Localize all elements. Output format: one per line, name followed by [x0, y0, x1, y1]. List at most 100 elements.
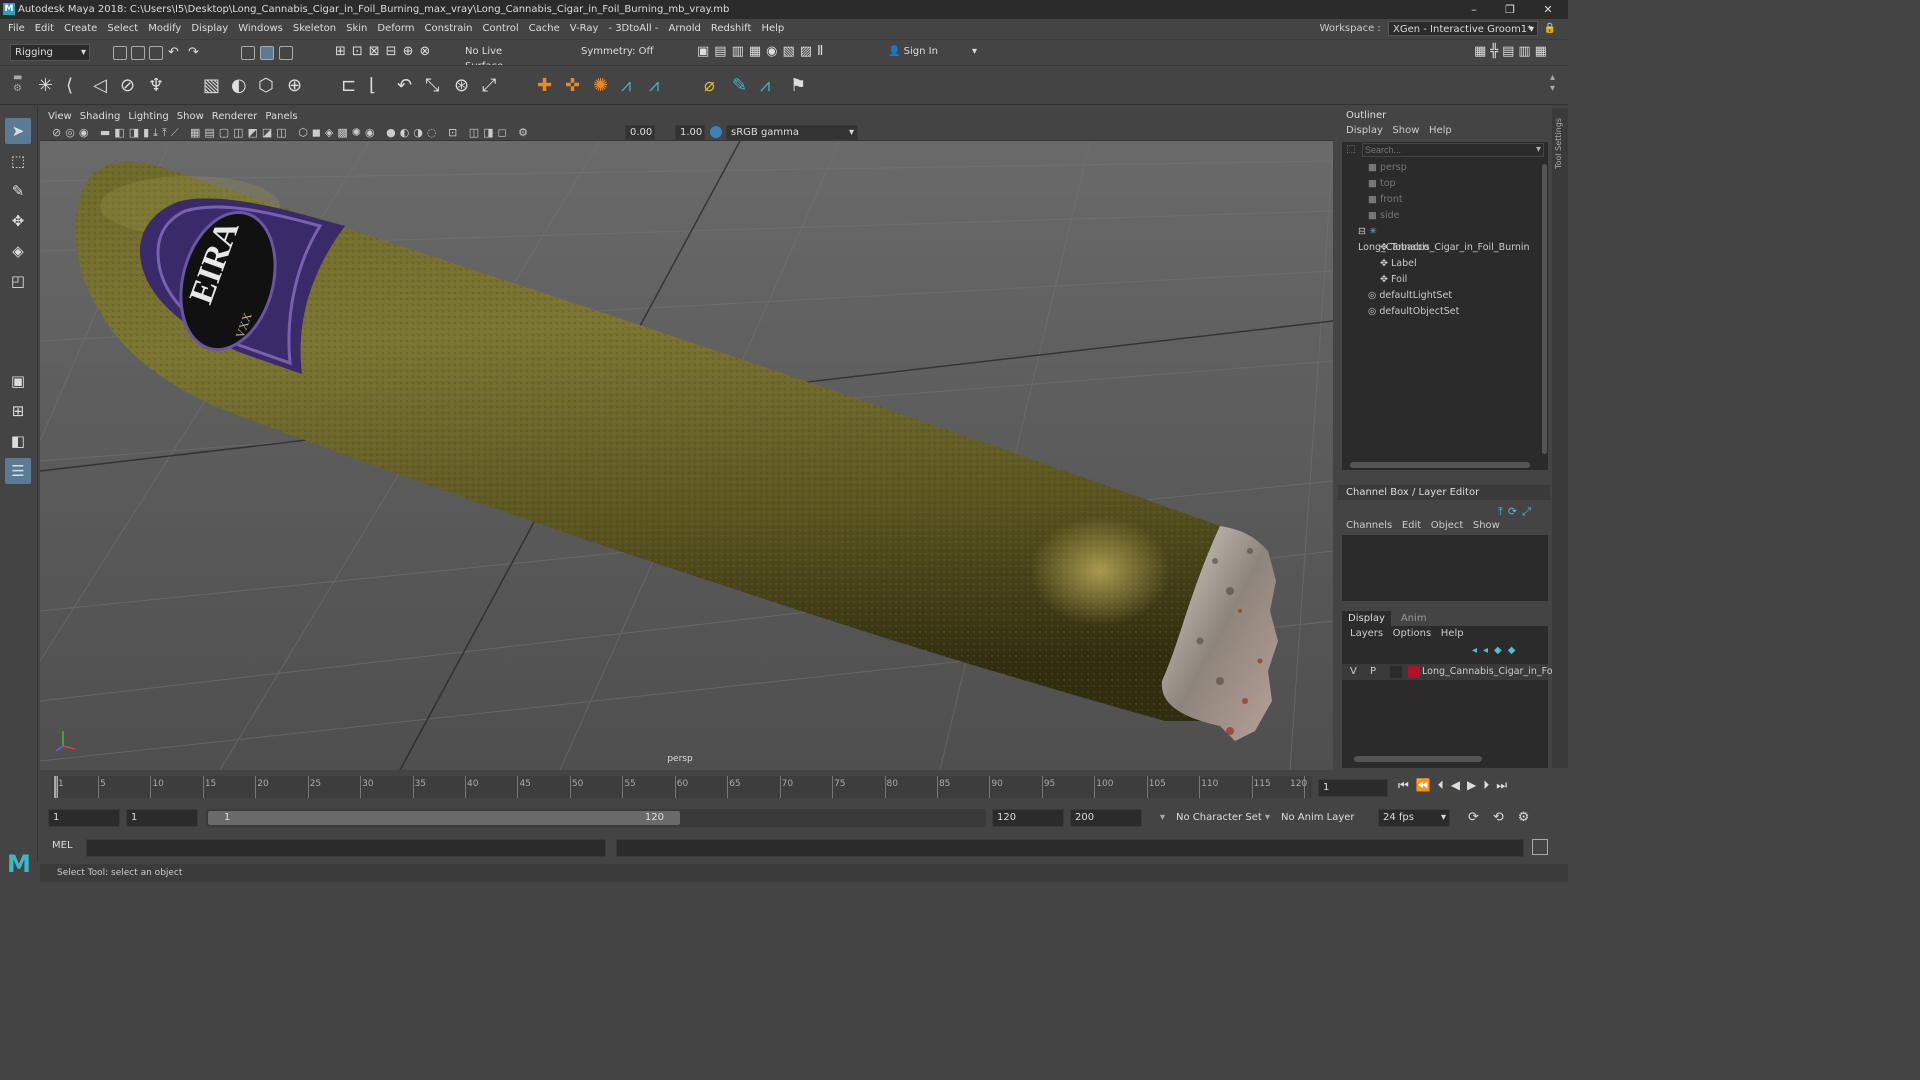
rotate-tool-icon[interactable]: ◈ [5, 238, 31, 264]
viewport-menu-show[interactable]: Show [177, 111, 204, 122]
lasso-tool-icon[interactable]: ⬚ [5, 148, 31, 174]
locator-icon[interactable]: ✚ [537, 76, 552, 96]
outliner-item-default-object-set[interactable]: ◎ defaultObjectSet [1368, 304, 1459, 320]
viewport-menu-view[interactable]: View [48, 111, 72, 122]
maximize-button[interactable]: ❐ [1492, 0, 1528, 19]
pose-tool-icon[interactable]: ⚑ [790, 76, 806, 96]
time-ruler[interactable]: 1 5 10 15 20 25 30 35 40 45 50 55 60 65 70 75 80 85 90 95 10… [52, 776, 1312, 798]
outliner-search-input[interactable] [1362, 143, 1544, 157]
insert-joint-icon[interactable]: ⊘ [120, 76, 135, 96]
playback-end-field[interactable]: 120 [992, 809, 1064, 827]
menu-control[interactable]: Control [477, 19, 523, 38]
menu-modify[interactable]: Modify [143, 19, 186, 38]
paint-select-icon[interactable]: ✎ [5, 178, 31, 204]
channelbox-menu-object[interactable]: Object [1431, 520, 1464, 531]
menu-file[interactable]: File [3, 19, 30, 38]
character-set-dropdown[interactable]: No Character Set [1176, 812, 1262, 823]
save-scene-icon[interactable] [149, 46, 163, 60]
menu-help[interactable]: Help [756, 19, 789, 38]
lock-icon[interactable]: 🔒 [1544, 21, 1556, 37]
playback-start-field[interactable]: 1 [126, 809, 198, 827]
panel-layout-icons[interactable]: ▦╬▤▥▦ [1474, 44, 1551, 59]
layer-row[interactable]: V P Long_Cannabis_Cigar_in_Foil_ [1342, 664, 1563, 680]
menu-constrain[interactable]: Constrain [420, 19, 478, 38]
single-view-icon[interactable]: ▣ [5, 368, 31, 394]
scale-constraint-icon[interactable]: ⤡ [425, 76, 439, 96]
collapse-icon[interactable]: ⊟ [1358, 226, 1366, 237]
layer-menu-help[interactable]: Help [1441, 628, 1464, 639]
select-object-icon[interactable] [260, 46, 274, 60]
outliner-item-label-mesh[interactable]: ✥ Label [1380, 256, 1417, 272]
outliner-item-cigar-group[interactable]: ⊟ ✳ Long_Cannabis_Cigar_in_Foil_Burnin [1358, 224, 1548, 253]
viewport-menu-renderer[interactable]: Renderer [212, 111, 258, 122]
menu-display[interactable]: Display [186, 19, 233, 38]
chevron-down-icon[interactable]: ▾ [1265, 812, 1270, 823]
fps-dropdown[interactable]: 24 fps ▾ [1378, 809, 1450, 827]
outliner-item-top[interactable]: ■ top [1368, 176, 1396, 192]
pole-vector-icon[interactable]: ⤢ [482, 76, 496, 96]
chevron-down-icon[interactable]: ▾ [1160, 812, 1165, 823]
hik-character-icon[interactable]: ✺ [593, 76, 608, 96]
view-transform-dropdown[interactable]: sRGB gamma ▾ [726, 125, 858, 140]
cluster-icon[interactable]: ⊕ [287, 76, 302, 96]
menu-deform[interactable]: Deform [372, 19, 419, 38]
layer-color-swatch[interactable] [1408, 666, 1420, 678]
sign-in-dropdown[interactable]: 👤 Sign In ▾ [884, 44, 980, 61]
start-time-field[interactable]: 1 [48, 809, 120, 827]
redo-icon[interactable]: ↷ [188, 45, 199, 60]
ik-spline-icon[interactable]: ◁ [93, 76, 107, 96]
current-frame-field[interactable]: 1 [1318, 779, 1388, 797]
select-tool-icon[interactable]: ➤ [5, 118, 31, 144]
panel-tool-icons[interactable]: ⊘◎◉ ▬◧◨▮⤓⤒⟋ ▦▤▢◫◩◪◫ ⬡◼◈▩✺◉ ●◐◑◌ ⊡ ◫◨◻ ⚙ [52, 125, 532, 141]
live-surface-field[interactable]: No Live Surface [461, 44, 539, 72]
lattice-icon[interactable]: ⬡ [258, 76, 274, 96]
layer-visibility-toggle[interactable]: V [1350, 664, 1357, 680]
range-slider-handle[interactable]: 1 120 [208, 811, 680, 825]
time-slider[interactable]: 1 5 10 15 20 25 30 35 40 45 50 55 60 65 70 75 80 85 90 95 10… [40, 772, 1568, 802]
menu-select[interactable]: Select [102, 19, 143, 38]
loop-and-key-icons[interactable]: ⟳⟲⚙ [1468, 810, 1543, 825]
outliner-menu-help[interactable]: Help [1429, 125, 1452, 136]
skin-tool-icon[interactable]: ⌀ [704, 76, 715, 96]
paint-weights-icon[interactable]: ◐ [231, 76, 247, 96]
outliner-vscrollbar[interactable] [1542, 164, 1547, 454]
viewport-menu-lighting[interactable]: Lighting [128, 111, 168, 122]
blendshape-icon[interactable]: ⩘ [621, 76, 631, 96]
select-hierarchy-icon[interactable] [241, 46, 255, 60]
parent-constraint-icon[interactable]: ⊏ [341, 76, 356, 96]
3d-viewport[interactable]: EIRA VXX persp [40, 141, 1333, 770]
tool-settings-tab[interactable]: Tool Settings [1552, 108, 1568, 768]
scale-tool-icon[interactable]: ◰ [5, 268, 31, 294]
close-button[interactable]: ✕ [1530, 0, 1566, 19]
snap-tools-icon[interactable]: ⊞⊡⊠⊟⊕⊗ [335, 44, 436, 59]
outliner-hscrollbar[interactable] [1350, 462, 1530, 468]
four-view-icon[interactable]: ⊞ [5, 398, 31, 424]
end-time-field[interactable]: 200 [1070, 809, 1142, 827]
layer-tool-icons[interactable]: ◂◂◆◆ [1472, 645, 1521, 656]
tab-anim[interactable]: Anim [1391, 611, 1437, 626]
filter-icon[interactable]: ⬚ [1346, 144, 1355, 155]
channelbox-menu-edit[interactable]: Edit [1402, 520, 1421, 531]
chevron-down-icon[interactable]: ▾ [1536, 144, 1541, 155]
menu-vray[interactable]: V-Ray [565, 19, 604, 38]
range-slider[interactable]: 1 120 [206, 809, 986, 827]
workspace-dropdown[interactable]: XGen - Interactive Groom1* ▾ [1388, 21, 1538, 36]
outliner-item-persp[interactable]: ■ persp [1368, 160, 1407, 176]
bind-skin-icon[interactable]: ▧ [203, 76, 220, 96]
viewport-menu-panels[interactable]: Panels [265, 111, 297, 122]
menu-create[interactable]: Create [59, 19, 102, 38]
menu-set-dropdown[interactable]: Rigging ▾ [10, 44, 90, 61]
channelbox-menu-channels[interactable]: Channels [1346, 520, 1392, 531]
select-component-icon[interactable] [279, 46, 293, 60]
channelbox-menu-show[interactable]: Show [1473, 520, 1500, 531]
locator-alt-icon[interactable]: ✜ [565, 76, 580, 96]
outliner-item-side[interactable]: ■ side [1368, 208, 1399, 224]
outliner-menu-show[interactable]: Show [1392, 125, 1419, 136]
blendshape-alt-icon[interactable]: ⩘ [649, 76, 659, 96]
open-scene-icon[interactable] [131, 46, 145, 60]
exposure-field[interactable]: 0.00 [625, 125, 655, 140]
two-view-icon[interactable]: ◧ [5, 428, 31, 454]
menu-windows[interactable]: Windows [233, 19, 288, 38]
joint-tool-icon[interactable]: ✳ [38, 76, 53, 96]
viewport-menu-shading[interactable]: Shading [80, 111, 121, 122]
